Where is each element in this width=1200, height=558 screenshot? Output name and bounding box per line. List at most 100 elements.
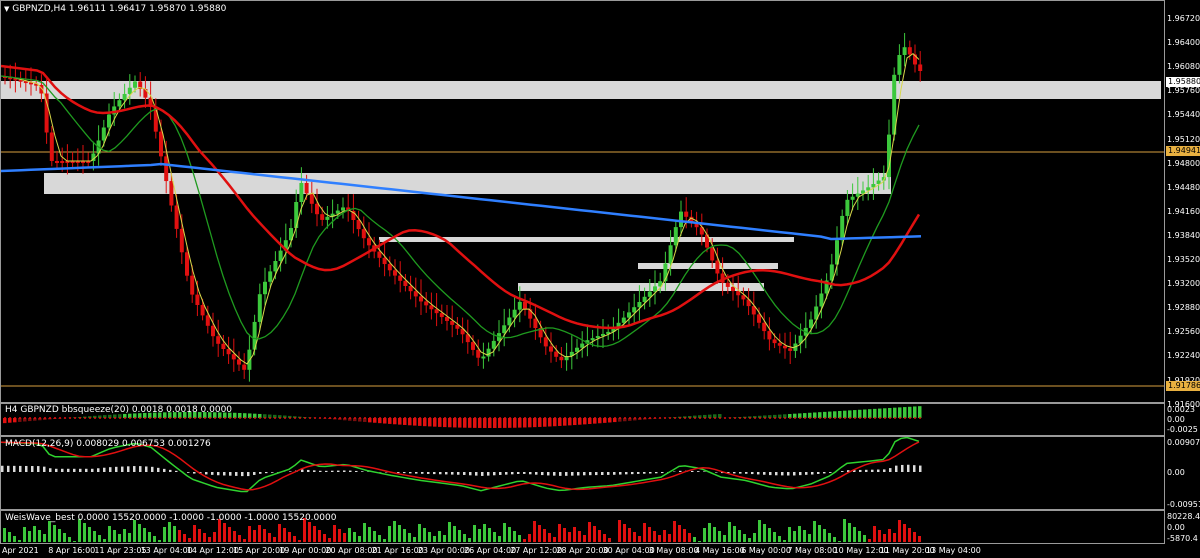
price-scale-label: 1.94160 [1167, 206, 1200, 216]
bbsqueeze-dot [654, 417, 656, 419]
weiswave-bar [878, 530, 881, 542]
main-chart-panel[interactable]: ▼ GBPNZD,H4 1.96111 1.96417 1.95870 1.95… [0, 0, 1165, 403]
weiswave-bar [913, 532, 916, 542]
weiswave-bar [423, 528, 426, 542]
candle-body [413, 291, 418, 297]
bbsqueeze-dot [779, 417, 781, 419]
weiswave-bar [683, 529, 686, 542]
bbsqueeze-bar [553, 418, 557, 427]
bbsqueeze-dot [354, 417, 356, 419]
bbsqueeze-dot [594, 417, 596, 419]
weiswave-bar [368, 527, 371, 542]
macd-panel[interactable]: MACD(12,26,9) 0.008029 0.006753 0.001276 [0, 436, 1165, 510]
bbsqueeze-dot [639, 417, 641, 419]
bbsqueeze-panel[interactable]: H4 GBPNZD bbsqueeze(20) 0.0018 0.0018 0.… [0, 403, 1165, 436]
bbsqueeze-dot [4, 417, 6, 419]
bbsqueeze-bar [558, 418, 562, 426]
macd-histogram-bar [745, 472, 748, 474]
bbsqueeze-dot [154, 417, 156, 419]
time-axis[interactable]: Apr 2021 8 Apr 16:00 11 Apr 23:05 13 Apr 04… [0, 545, 1165, 558]
bbsqueeze-dot [434, 417, 436, 419]
weiswave-bar [478, 529, 481, 542]
macd-histogram-bar [289, 471, 292, 472]
bbsqueeze-dot [869, 417, 871, 419]
bbsqueeze-dot [194, 417, 196, 419]
macd-histogram-bar [205, 472, 208, 475]
price-chart[interactable] [1, 1, 1164, 402]
candle-body [341, 207, 345, 211]
bbsqueeze-dot [709, 417, 711, 419]
candle-body [211, 325, 215, 337]
bbsqueeze-bar [458, 418, 462, 428]
lower-level-tag: 1.91786 [1166, 381, 1200, 391]
weiswave-panel[interactable]: WeisWave_best 0.0000 15520.0000 -1.0000 … [0, 510, 1165, 544]
macd-histogram-bar [919, 465, 922, 472]
bbsqueeze-dot [349, 417, 351, 419]
weiswave-bar [558, 524, 561, 542]
bbsqueeze-dot [29, 417, 31, 419]
macd-histogram-bar [571, 472, 574, 476]
bbsqueeze-dot [504, 417, 506, 419]
bbsqueeze-dot [794, 417, 796, 419]
macd-histogram-bar [61, 468, 64, 472]
time-axis-label: 30 Apr 04:00 [602, 546, 655, 555]
weiswave-bar [753, 533, 756, 542]
bbsqueeze-dot [539, 417, 541, 419]
candle-body [850, 196, 855, 200]
macd-histogram-bar [265, 472, 268, 474]
bbsqueeze-bar [403, 418, 407, 425]
candle-body [221, 343, 226, 349]
bbsqueeze-dot [159, 417, 161, 419]
triangle-down-icon[interactable]: ▼ [4, 5, 9, 13]
bbsqueeze-bar [568, 418, 572, 426]
bbsqueeze-scale-top: 0.0023 [1167, 405, 1195, 414]
bbsqueeze-dot [899, 417, 901, 419]
candle-body [627, 312, 631, 318]
ma-yellow-line [1, 52, 920, 365]
macd-histogram-bar [433, 472, 436, 475]
bbsqueeze-dot [209, 417, 211, 419]
bbsqueeze-dot [224, 417, 226, 419]
weiswave-bar [23, 527, 26, 542]
macd-histogram-bar [481, 472, 484, 476]
candle-body [907, 47, 912, 55]
bbsqueeze-dot [179, 417, 181, 419]
bbsqueeze-dot [619, 417, 621, 419]
macd-signal-line [1, 441, 920, 491]
bbsqueeze-dot [444, 417, 446, 419]
bbsqueeze-dot [859, 417, 861, 419]
bbsqueeze-dot [424, 417, 426, 419]
bbsqueeze-dot [369, 417, 371, 419]
macd-histogram-bar [217, 472, 220, 476]
bbsqueeze-dot [904, 417, 906, 419]
weiswave-bar [653, 531, 656, 542]
bbsqueeze-bar [448, 418, 452, 428]
weiswave-bar [668, 534, 671, 542]
weiswave-bar [863, 535, 866, 542]
macd-histogram-bar [7, 465, 10, 472]
bbsqueeze-dot [399, 417, 401, 419]
macd-histogram-bar [97, 468, 100, 472]
weiswave-bar [373, 531, 376, 542]
macd-histogram-bar [37, 466, 40, 472]
bbsqueeze-dot [24, 417, 26, 419]
bbsqueeze-dot [334, 417, 336, 419]
candle-body [117, 100, 122, 107]
macd-histogram-bar [169, 469, 172, 472]
weiswave-bar [148, 532, 151, 542]
candle-body [361, 229, 366, 239]
candle-body [777, 343, 782, 346]
weiswave-bar [828, 533, 831, 542]
bbsqueeze-dot [589, 417, 591, 419]
bbsqueeze-bar [468, 418, 472, 428]
weiswave-bar [323, 534, 326, 542]
macd-histogram-bar [691, 470, 694, 472]
weiswave-bar [128, 533, 131, 542]
bbsqueeze-dot [769, 417, 771, 419]
bbsqueeze-dot [344, 417, 346, 419]
weiswave-bar [123, 529, 126, 542]
time-axis-label: Apr 2021 [2, 546, 39, 555]
candle-body [179, 228, 184, 253]
macd-histogram-bar [625, 472, 628, 475]
bbsqueeze-bar [453, 418, 457, 428]
